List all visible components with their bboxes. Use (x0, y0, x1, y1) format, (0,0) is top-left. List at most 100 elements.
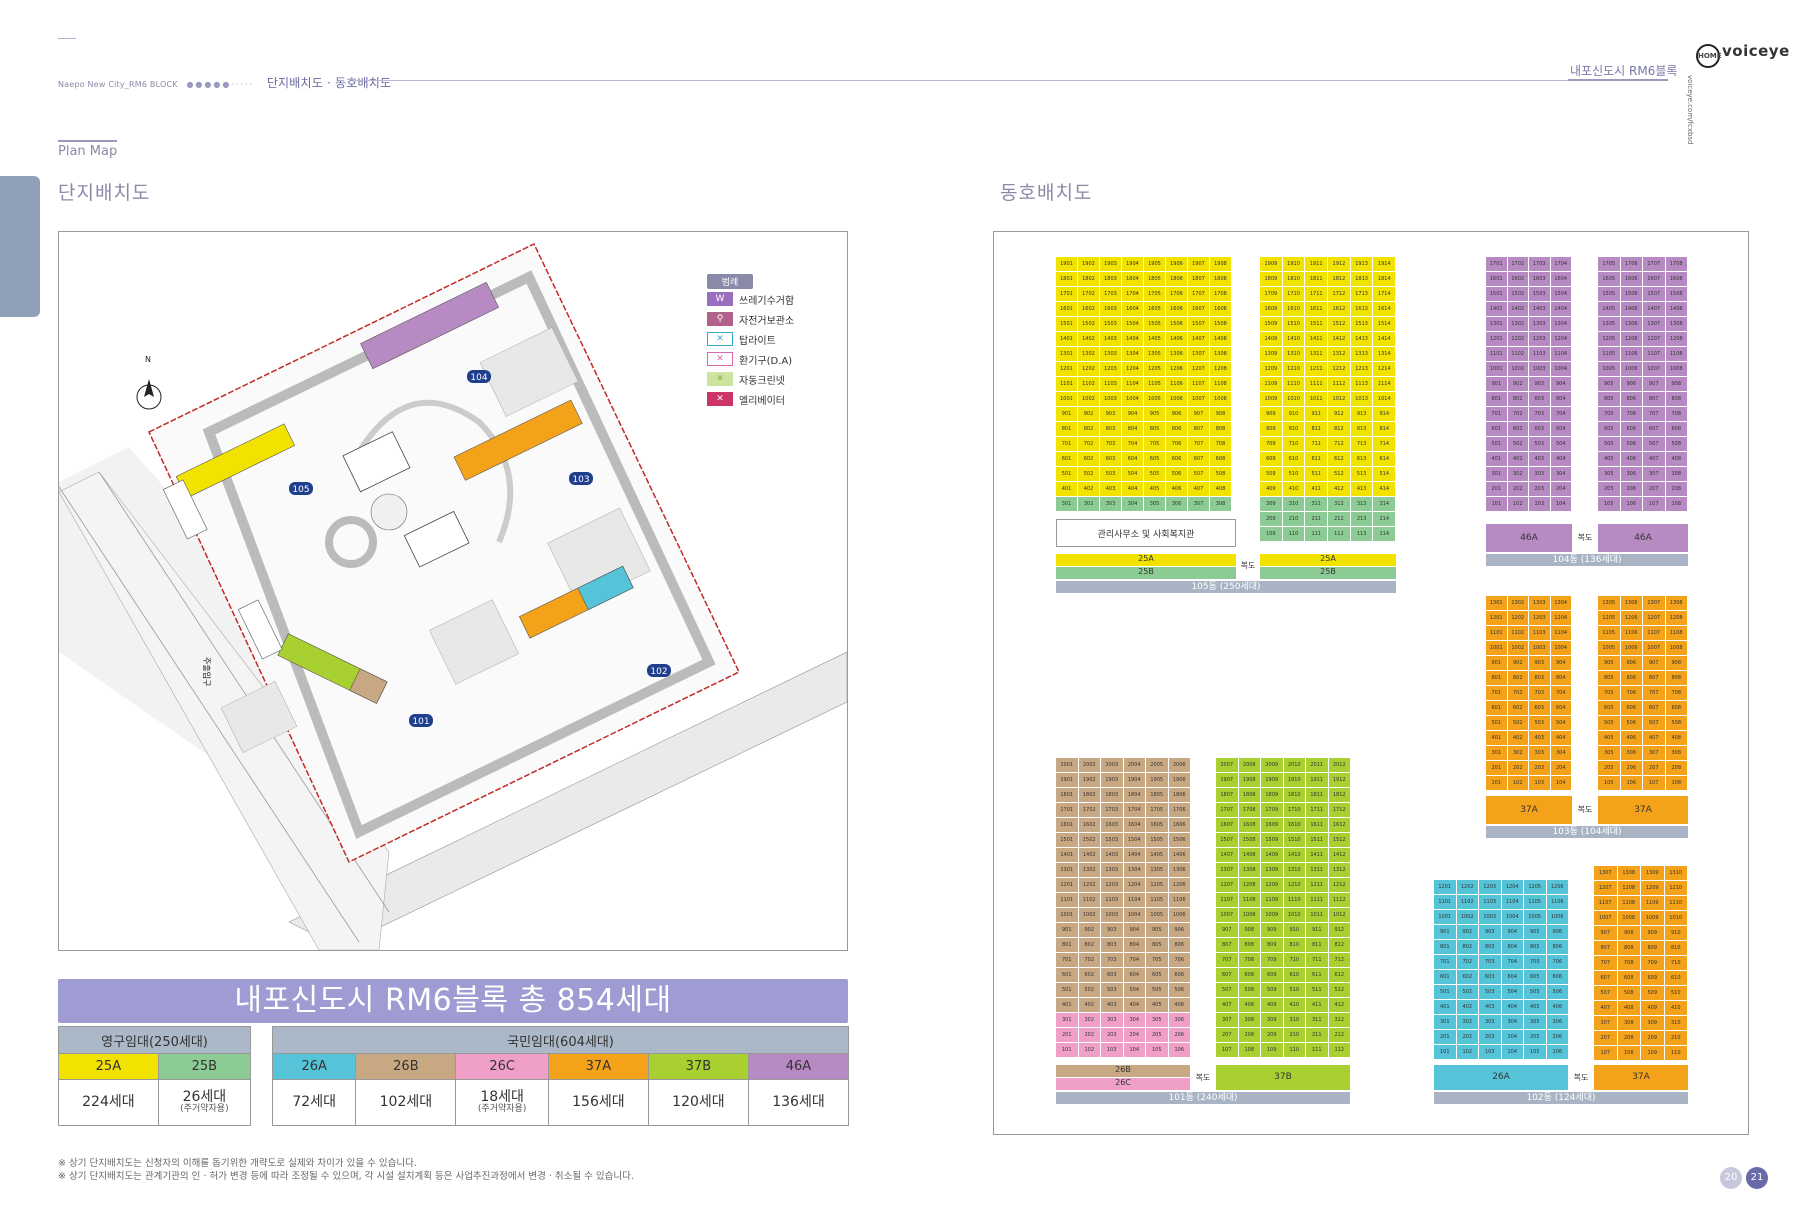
home-icon[interactable]: HOME (1696, 44, 1722, 68)
site-label-104: 104 (470, 373, 487, 383)
unit-cell: 601 (1056, 968, 1078, 982)
unit-cell: 902 (1078, 407, 1099, 421)
unit-cell: 1302 (1507, 596, 1528, 610)
unit-cell: 506 (1620, 437, 1642, 451)
unit-cell: 1209 (1260, 362, 1282, 376)
unit-cell: 1712 (1328, 803, 1350, 817)
unit-cell: 1706 (1620, 257, 1642, 271)
type-26b: 26B (355, 1053, 457, 1080)
corridor-label: 복도 (1577, 805, 1593, 814)
unit-cell: 407 (1216, 998, 1238, 1012)
unit-cell: 1401 (1486, 302, 1507, 316)
unit-cell: 704 (1123, 953, 1145, 967)
unit-cell: 1801 (1056, 788, 1078, 802)
legend-item: ✕ 자동크린넷 (707, 369, 822, 389)
unit-cell: 1212 (1328, 362, 1350, 376)
unit-cell: 103 (1529, 497, 1550, 511)
unit-cell: 806 (1546, 940, 1568, 954)
count-37a: 156세대 (547, 1079, 649, 1126)
unit-cell: 1414 (1373, 332, 1396, 346)
unit-cell: 901 (1486, 377, 1507, 391)
unit-cell: 309 (1641, 1016, 1664, 1030)
unit-cell: 302 (1507, 467, 1528, 481)
unit-cell: 1601 (1056, 302, 1077, 316)
unit-cell: 1206 (1168, 878, 1190, 892)
unit-cell: 1502 (1078, 833, 1100, 847)
legend-label: 엘리베이터 (739, 395, 785, 407)
unit-cell: 905 (1598, 656, 1620, 670)
unit-cell: 1010 (1283, 908, 1305, 922)
unit-cell: 1403 (1101, 848, 1123, 862)
unit-cell: 1907 (1188, 257, 1209, 271)
unit-cell: 709 (1641, 956, 1664, 970)
unit-cell: 1201 (1434, 880, 1456, 894)
unit-cell: 803 (1529, 392, 1550, 406)
unit-cell: 1302 (1078, 347, 1099, 361)
unit-cell: 902 (1456, 925, 1478, 939)
unit-cell: 1310 (1664, 866, 1687, 880)
unit-cell: 514 (1373, 467, 1396, 481)
unit-cell: 1103 (1100, 377, 1121, 391)
unit-cell: 1005 (1146, 908, 1168, 922)
unit-cell: 207 (1643, 761, 1665, 775)
unit-cell: 705 (1524, 955, 1546, 969)
unit-cell: 1901 (1056, 257, 1077, 271)
unit-cell: 1309 (1261, 863, 1283, 877)
unit-cell: 306 (1620, 746, 1642, 760)
unit-cell: 1109 (1260, 377, 1282, 391)
unit-cell: 606 (1168, 968, 1190, 982)
unit-cell: 201 (1486, 761, 1507, 775)
unit-cell: 1105 (1146, 893, 1168, 907)
unit-cell: 102 (1456, 1045, 1478, 1059)
unit-cell: 1308 (1665, 596, 1687, 610)
unit-cell: 1207 (1216, 878, 1238, 892)
unit-cell: 212 (1328, 512, 1350, 526)
unit-cell: 1802 (1078, 272, 1099, 286)
unit-cell: 1514 (1373, 317, 1396, 331)
unit-cell: 1210 (1282, 362, 1305, 376)
unit-cell: 1105 (1144, 377, 1165, 391)
unit-cell: 1307 (1643, 317, 1665, 331)
unit-cell: 804 (1122, 422, 1143, 436)
unit-cell: 1507 (1188, 317, 1209, 331)
unit-cell: 109 (1260, 527, 1282, 541)
unit-cell: 1203 (1529, 332, 1550, 346)
unit-cell: 702 (1456, 955, 1478, 969)
unit-cell: 1106 (1166, 377, 1187, 391)
unit-cell: 1202 (1078, 878, 1100, 892)
unit-cell: 102 (1078, 1043, 1100, 1057)
unit-cell: 508 (1210, 467, 1231, 481)
unit-cell: 1306 (1620, 317, 1642, 331)
unit-cell: 110 (1283, 1043, 1305, 1057)
unit-cell: 305 (1524, 1015, 1546, 1029)
bicycle-icon: ⚲ (707, 312, 733, 326)
unit-cell: 1509 (1260, 317, 1282, 331)
unit-cell: 1205 (1146, 878, 1168, 892)
unit-cell: 409 (1261, 998, 1283, 1012)
unit-cell: 2008 (1238, 758, 1260, 772)
unit-cell: 1008 (1210, 392, 1231, 406)
unit-cell: 901 (1434, 925, 1456, 939)
unit-cell: 1809 (1260, 272, 1282, 286)
grid-103-right: 1305 1306 1307 1308 1205 1206 1207 1208 1105 1106… (1598, 596, 1687, 790)
rent-summary-table: 영구임대(250세대) 25A 25B 224세대 26세대 (주거약자용) (58, 1026, 252, 1126)
unit-cell: 702 (1078, 953, 1100, 967)
type-46a: 46A (747, 1053, 850, 1080)
unit-cell: 203 (1529, 761, 1550, 775)
unit-cell: 1501 (1056, 833, 1078, 847)
unit-cell: 606 (1620, 422, 1642, 436)
unit-cell: 303 (1529, 467, 1550, 481)
unit-cell: 406 (1620, 731, 1642, 745)
unit-cell: 2001 (1056, 758, 1078, 772)
unit-cell: 1812 (1328, 788, 1350, 802)
unit-cell: 1705 (1598, 257, 1620, 271)
unit-cell: 1806 (1168, 788, 1190, 802)
unit-cell: 710 (1283, 953, 1305, 967)
unit-cell: 1111 (1305, 377, 1328, 391)
unit-cell: 304 (1123, 1013, 1145, 1027)
unit-cell: 1205 (1598, 611, 1620, 625)
unit-cell: 301 (1434, 1015, 1456, 1029)
unit-cell: 1204 (1122, 362, 1143, 376)
unit-cell: 108 (1665, 497, 1687, 511)
unit-cell: 310 (1282, 497, 1305, 511)
